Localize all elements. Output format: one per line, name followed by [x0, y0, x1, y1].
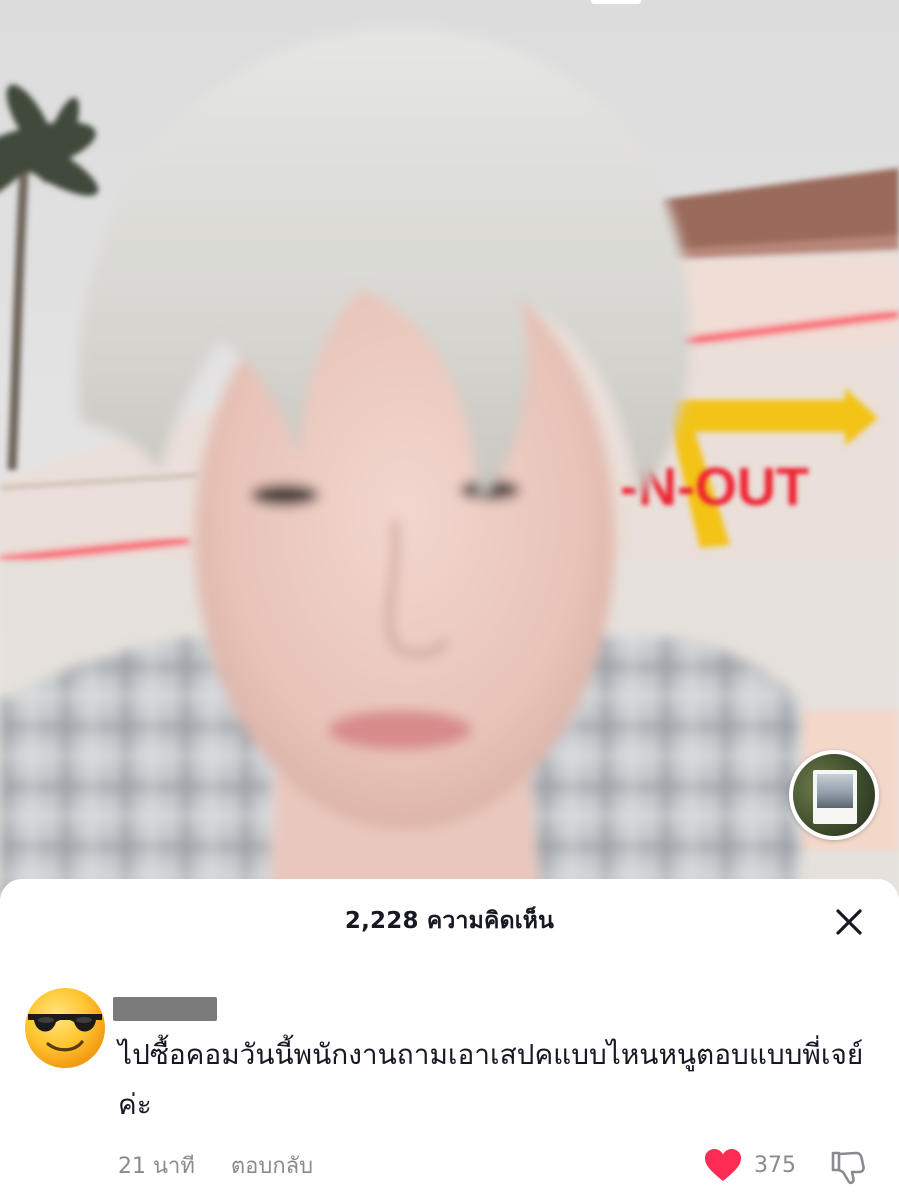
comment-meta: 21 นาที ตอบกลับ 375: [118, 1147, 878, 1185]
username-redacted[interactable]: [113, 997, 217, 1021]
sunglasses-emoji-avatar: [25, 988, 105, 1068]
heart-icon: [705, 1149, 741, 1181]
video-player[interactable]: -N-OUT: [0, 0, 899, 900]
comments-sheet: 2,228 ความคิดเห็น ไปซื้อคอมวันนี้พนักงาน…: [0, 879, 899, 1200]
comment-item: ไปซื้อคอมวันนี้พนักงานถามเอาเสปคแบบไหนหน…: [0, 984, 899, 1200]
avatar[interactable]: [22, 984, 108, 1070]
thumbs-down-icon: [831, 1151, 865, 1185]
music-disc-thumbnail[interactable]: [789, 750, 879, 840]
sound-cover-image: [813, 770, 857, 824]
close-button[interactable]: [826, 899, 872, 945]
video-frame: -N-OUT: [0, 29, 899, 900]
comment-time: 21 นาที: [118, 1153, 195, 1179]
like-count: 375: [754, 1152, 796, 1178]
close-icon: [836, 909, 862, 935]
dislike-button[interactable]: [828, 1147, 868, 1187]
comment-count-title: 2,228 ความคิดเห็น: [344, 908, 555, 934]
status-indicator: [591, 0, 641, 4]
comment-text: ไปซื้อคอมวันนี้พนักงานถามเอาเสปคแบบไหนหน…: [118, 1038, 864, 1121]
reply-button[interactable]: ตอบกลับ: [231, 1148, 313, 1183]
like-button[interactable]: 375: [704, 1147, 796, 1183]
comments-header: 2,228 ความคิดเห็น: [0, 879, 899, 963]
